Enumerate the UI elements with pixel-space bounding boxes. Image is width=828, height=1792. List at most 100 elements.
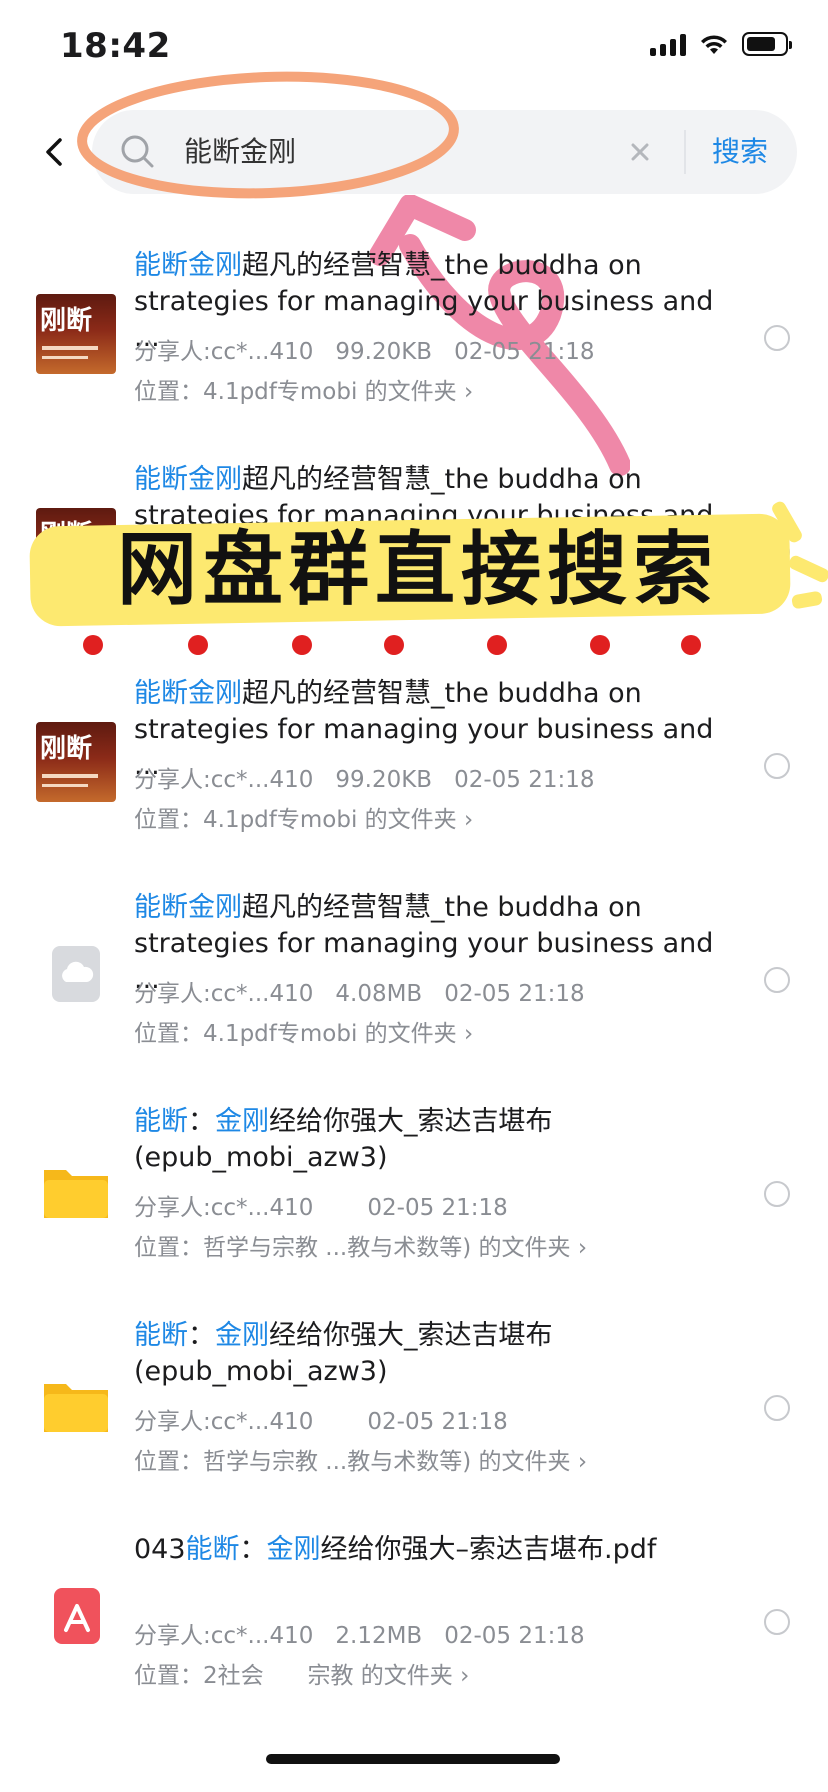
sharer-label: 分享人:cc*...410 xyxy=(134,1409,314,1435)
location-value: 2社会 宗教 的文件夹 xyxy=(203,1663,453,1689)
result-meta: 分享人:cc*...410 4.08MB 02-05 21:18 xyxy=(134,974,607,1008)
chevron-right-icon: › xyxy=(570,1449,588,1475)
location-value: 4.1pdf专mobi 的文件夹 xyxy=(203,379,457,405)
share-date: 02-05 21:18 xyxy=(454,767,595,793)
chevron-right-icon: › xyxy=(452,1663,470,1689)
book-cover-icon: 刚断 xyxy=(36,294,116,374)
select-radio[interactable] xyxy=(764,753,790,779)
location-value: 哲学与宗教 ...教与术数等) 的文件夹 xyxy=(203,1235,571,1261)
file-size: 99.20KB xyxy=(335,767,433,793)
select-radio[interactable] xyxy=(764,967,790,993)
banner-dot xyxy=(188,635,208,655)
wifi-icon xyxy=(701,35,727,54)
chevron-right-icon: › xyxy=(456,807,474,833)
share-date: 02-05 21:18 xyxy=(444,1623,585,1649)
chevron-right-icon: › xyxy=(456,379,474,405)
result-location[interactable]: 位置：哲学与宗教 ...教与术数等) 的文件夹 › xyxy=(134,1228,587,1262)
clear-icon[interactable] xyxy=(622,134,658,170)
sharer-label: 分享人:cc*...410 xyxy=(134,1195,314,1221)
title-text: ： xyxy=(239,1534,267,1565)
title-highlight: 能断 xyxy=(134,1320,188,1351)
result-meta: 分享人:cc*...410 99.20KB 02-05 21:18 xyxy=(134,332,617,366)
folder-icon xyxy=(36,1364,116,1444)
select-radio[interactable] xyxy=(764,1181,790,1207)
status-time: 18:42 xyxy=(60,26,171,66)
banner-dot xyxy=(292,635,312,655)
banner-dot xyxy=(487,635,507,655)
select-radio[interactable] xyxy=(764,325,790,351)
result-title[interactable]: 043能断：金刚经给你强大–索达吉堪布.pdf xyxy=(134,1532,742,1568)
result-meta: 分享人:cc*...410 99.20KB 02-05 21:18 xyxy=(134,760,617,794)
file-size: 99.20KB xyxy=(335,339,433,365)
pdf-icon xyxy=(36,1578,116,1658)
search-divider xyxy=(684,130,686,174)
signal-icon xyxy=(650,32,686,56)
location-label: 位置： xyxy=(134,1235,203,1261)
select-radio[interactable] xyxy=(764,1395,790,1421)
title-highlight: 能断金刚 xyxy=(134,250,242,281)
result-item[interactable]: 能断金刚超凡的经营智慧_the buddha on strategies for… xyxy=(0,890,828,1090)
share-date: 02-05 21:18 xyxy=(367,1409,508,1435)
result-title[interactable]: 能断：金刚经给你强大_索达吉堪布(epub_mobi_azw3) xyxy=(134,1318,742,1390)
share-date: 02-05 21:18 xyxy=(454,339,595,365)
title-text: ： xyxy=(188,1320,215,1351)
title-highlight: 能断金刚 xyxy=(134,892,242,923)
location-label: 位置： xyxy=(134,807,203,833)
result-meta: 分享人:cc*...410 02-05 21:18 xyxy=(134,1402,530,1436)
result-location[interactable]: 位置：2社会 宗教 的文件夹 › xyxy=(134,1656,469,1690)
banner-dot xyxy=(590,635,610,655)
result-location[interactable]: 位置：4.1pdf专mobi 的文件夹 › xyxy=(134,800,473,834)
result-meta: 分享人:cc*...410 2.12MB 02-05 21:18 xyxy=(134,1616,607,1650)
location-label: 位置： xyxy=(134,379,203,405)
status-icons xyxy=(650,32,792,56)
title-highlight: 能断金刚 xyxy=(134,464,242,495)
result-item[interactable]: 刚断能断金刚超凡的经营智慧_the buddha on strategies f… xyxy=(0,248,828,448)
title-highlight: 能断 xyxy=(185,1534,240,1565)
sharer-label: 分享人:cc*...410 xyxy=(134,767,314,793)
result-location[interactable]: 位置：4.1pdf专mobi 的文件夹 › xyxy=(134,372,473,406)
result-item[interactable]: 刚断能断金刚超凡的经营智慧_the buddha on strategies f… xyxy=(0,676,828,876)
file-size: 2.12MB xyxy=(335,1623,423,1649)
battery-icon xyxy=(742,32,792,56)
promo-banner-text: 网盘群直接搜索 xyxy=(117,523,719,616)
home-indicator xyxy=(266,1754,560,1764)
share-date: 02-05 21:18 xyxy=(367,1195,508,1221)
location-label: 位置： xyxy=(134,1449,203,1475)
share-date: 02-05 21:18 xyxy=(444,981,585,1007)
chevron-right-icon: › xyxy=(570,1235,588,1261)
select-radio[interactable] xyxy=(764,1609,790,1635)
title-highlight: 能断 xyxy=(134,1106,188,1137)
title-text: 043 xyxy=(134,1534,186,1565)
title-highlight: 金刚 xyxy=(215,1106,269,1137)
location-value: 4.1pdf专mobi 的文件夹 xyxy=(203,1021,457,1047)
result-item[interactable]: 043能断：金刚经给你强大–索达吉堪布.pdf 分享人:cc*...410 2.12… xyxy=(0,1532,828,1732)
result-location[interactable]: 位置：哲学与宗教 ...教与术数等) 的文件夹 › xyxy=(134,1442,587,1476)
folder-icon xyxy=(36,1150,116,1230)
sharer-label: 分享人:cc*...410 xyxy=(134,981,314,1007)
title-highlight: 金刚 xyxy=(215,1320,269,1351)
location-label: 位置： xyxy=(134,1663,203,1689)
banner-dot xyxy=(681,635,701,655)
search-button[interactable]: 搜索 xyxy=(712,128,768,176)
book-cover-icon: 刚断 xyxy=(36,722,116,802)
banner-dot xyxy=(384,635,404,655)
result-title[interactable]: 能断：金刚经给你强大_索达吉堪布(epub_mobi_azw3) xyxy=(134,1104,742,1176)
title-text: 经给你强大–索达吉堪布.pdf xyxy=(320,1534,657,1565)
back-arrow-icon[interactable] xyxy=(36,134,72,170)
file-size: 4.08MB xyxy=(335,981,423,1007)
result-location[interactable]: 位置：4.1pdf专mobi 的文件夹 › xyxy=(134,1014,473,1048)
result-meta: 分享人:cc*...410 02-05 21:18 xyxy=(134,1188,530,1222)
result-item[interactable]: 能断：金刚经给你强大_索达吉堪布(epub_mobi_azw3) 分享人:cc*.… xyxy=(0,1318,828,1518)
sharer-label: 分享人:cc*...410 xyxy=(134,339,314,365)
title-text: ： xyxy=(188,1106,215,1137)
result-item[interactable]: 能断：金刚经给你强大_索达吉堪布(epub_mobi_azw3) 分享人:cc*.… xyxy=(0,1104,828,1304)
location-value: 哲学与宗教 ...教与术数等) 的文件夹 xyxy=(203,1449,571,1475)
title-highlight: 能断金刚 xyxy=(134,678,242,709)
location-label: 位置： xyxy=(134,1021,203,1047)
sharer-label: 分享人:cc*...410 xyxy=(134,1623,314,1649)
banner-dot xyxy=(83,635,103,655)
location-value: 4.1pdf专mobi 的文件夹 xyxy=(203,807,457,833)
title-highlight: 金刚 xyxy=(266,1534,321,1565)
cloud-file-icon xyxy=(36,936,116,1016)
chevron-right-icon: › xyxy=(456,1021,474,1047)
